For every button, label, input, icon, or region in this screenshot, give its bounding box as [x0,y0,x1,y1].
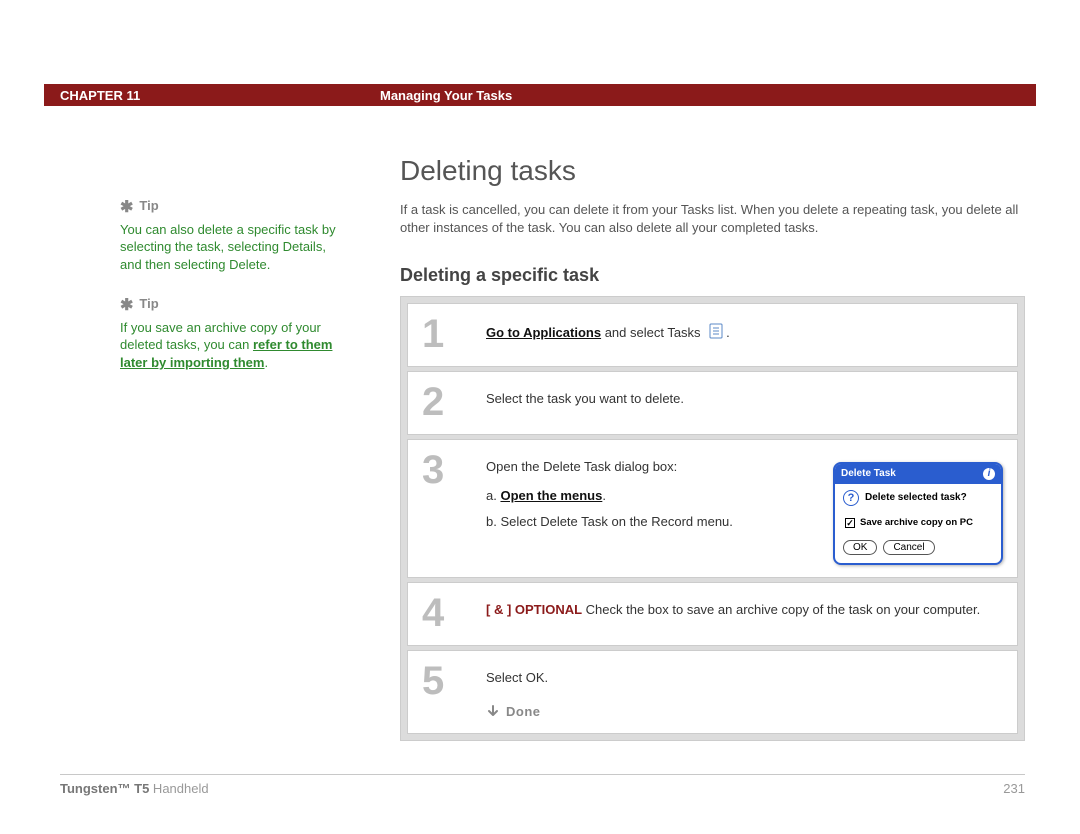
step-5-text: Select OK. [486,669,1003,687]
page-footer: Tungsten™ T5 Handheld 231 [60,774,1025,796]
step-number: 1 [416,314,486,354]
section-paragraph: If a task is cancelled, you can delete i… [400,201,1025,237]
go-to-applications-link[interactable]: Go to Applications [486,325,601,340]
tip-1: ✱ Tip You can also delete a specific tas… [120,195,350,273]
dialog-question: ? Delete selected task? [843,490,993,506]
footer-brand-bold: Tungsten™ T5 [60,781,149,796]
subsection-title: Deleting a specific task [400,265,1025,286]
dialog-checkbox-label: Save archive copy on PC [860,516,973,529]
step-1-rest: and select Tasks [601,325,704,340]
step-number: 5 [416,661,486,701]
delete-task-dialog: Delete Task i ? Delete selected task? ✓ … [833,462,1003,564]
footer-brand: Tungsten™ T5 Handheld [60,781,209,796]
info-icon[interactable]: i [983,468,995,480]
step-1-content: Go to Applications and select Tasks . [486,314,1003,345]
done-label: Done [486,703,1003,721]
step-3: 3 Open the Delete Task dialog box: a. Op… [407,439,1018,577]
chapter-title: Managing Your Tasks [380,88,512,103]
step-3b: b. Select Delete Task on the Record menu… [486,513,805,531]
tip-2-suffix: . [264,355,268,370]
tasks-icon [708,322,726,345]
step-2-content: Select the task you want to delete. [486,382,1003,408]
arrow-down-icon [486,705,500,719]
step-number: 2 [416,382,486,422]
page-number: 231 [1003,781,1025,796]
dialog-title-bar: Delete Task i [835,464,1001,484]
done-text: Done [506,703,541,721]
step-1: 1 Go to Applications and select Tasks . [407,303,1018,367]
main-content: Deleting tasks If a task is cancelled, y… [400,155,1025,741]
dialog-question-text: Delete selected task? [865,491,967,505]
star-icon: ✱ [120,197,133,219]
steps-list: 1 Go to Applications and select Tasks . … [400,296,1025,741]
footer-brand-rest: Handheld [149,781,208,796]
tip-label: ✱ Tip [120,293,350,315]
tip-2-body: If you save an archive copy of your dele… [120,319,350,372]
optional-label: [ & ] OPTIONAL [486,602,582,617]
tip-label: ✱ Tip [120,195,350,217]
star-icon: ✱ [120,295,133,317]
tips-sidebar: ✱ Tip You can also delete a specific tas… [120,195,350,391]
step-4-content: [ & ] OPTIONAL Check the box to save an … [486,593,1003,619]
step-3-intro: Open the Delete Task dialog box: [486,458,805,476]
dialog-ok-button[interactable]: OK [843,540,877,555]
chapter-number: CHAPTER 11 [60,88,380,103]
chapter-header: CHAPTER 11 Managing Your Tasks [44,84,1036,106]
open-menus-link[interactable]: Open the menus [500,488,602,503]
tip-2: ✱ Tip If you save an archive copy of you… [120,293,350,371]
step-3a: a. Open the menus. [486,487,805,505]
tip-label-text: Tip [139,197,158,215]
checkbox-icon: ✓ [845,518,855,528]
step-number: 4 [416,593,486,633]
step-4-text: Check the box to save an archive copy of… [582,602,980,617]
dialog-title-text: Delete Task [841,467,896,481]
dialog-cancel-button[interactable]: Cancel [883,540,934,555]
step-number: 3 [416,450,486,490]
tip-1-body: You can also delete a specific task by s… [120,221,350,274]
step-2: 2 Select the task you want to delete. [407,371,1018,435]
step-3-content: Open the Delete Task dialog box: a. Open… [486,450,1003,564]
section-title: Deleting tasks [400,155,1025,187]
tip-label-text: Tip [139,295,158,313]
step-4: 4 [ & ] OPTIONAL Check the box to save a… [407,582,1018,646]
step-5-content: Select OK. Done [486,661,1003,721]
dialog-archive-checkbox[interactable]: ✓ Save archive copy on PC [843,516,993,529]
question-icon: ? [843,490,859,506]
step-5: 5 Select OK. Done [407,650,1018,734]
